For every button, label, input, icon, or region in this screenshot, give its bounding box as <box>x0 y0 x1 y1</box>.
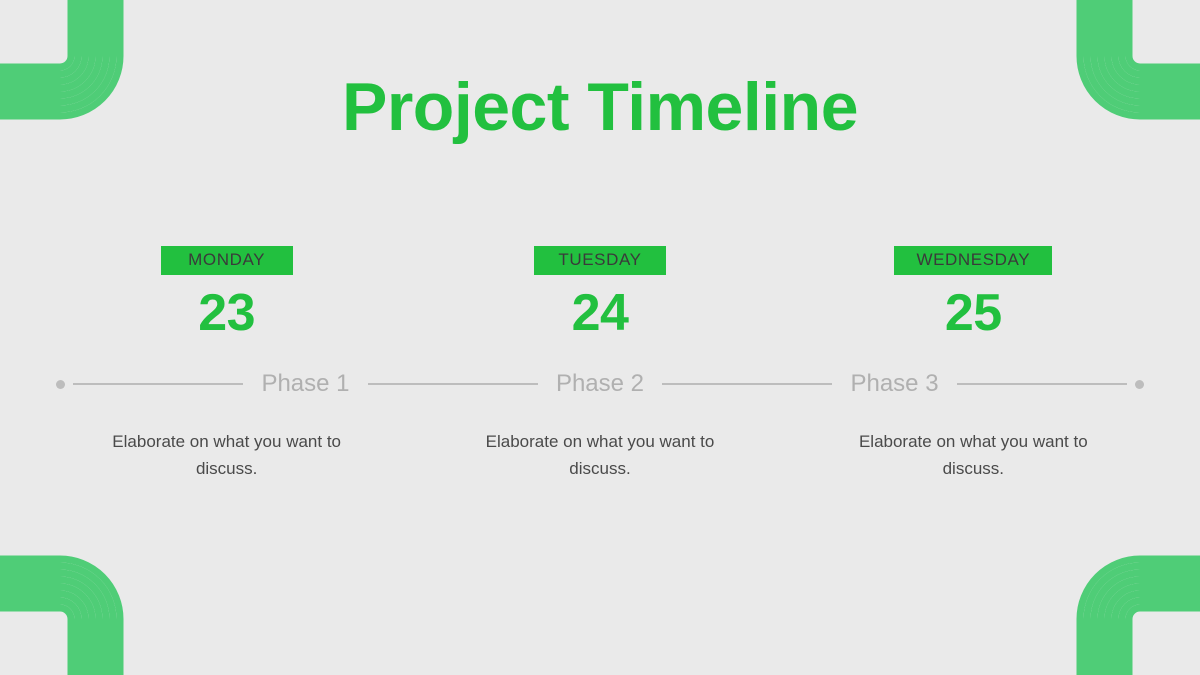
page-title: Project Timeline <box>341 69 859 145</box>
description-column-2: Elaborate on what you want to discuss. <box>413 428 786 482</box>
timeline-column-2: TUESDAY 24 <box>413 246 786 339</box>
phase-label-2: Phase 2 <box>555 370 645 397</box>
timeline-column-1: MONDAY 23 <box>40 246 413 339</box>
description-text-2: Elaborate on what you want to discuss. <box>485 432 715 479</box>
timeline-start-dot-icon <box>56 379 65 389</box>
description-text-3: Elaborate on what you want to discuss. <box>858 432 1088 479</box>
slide-canvas: Project Timeline MONDAY 23 TUESDAY 24 WE… <box>0 0 1200 675</box>
day-number-tuesday: 24 <box>571 283 629 342</box>
timeline-descriptions: Elaborate on what you want to discuss. E… <box>40 428 1160 482</box>
timeline-segment-1 <box>73 383 244 385</box>
description-text-1: Elaborate on what you want to discuss. <box>112 432 341 479</box>
timeline-segment-4 <box>956 383 1127 385</box>
timeline-column-3: WEDNESDAY 25 <box>787 246 1160 339</box>
phase-label-3: Phase 3 <box>850 370 939 397</box>
description-column-3: Elaborate on what you want to discuss. <box>787 428 1160 482</box>
timeline-columns: MONDAY 23 TUESDAY 24 WEDNESDAY 25 <box>40 246 1160 339</box>
timeline-end-dot-icon <box>1134 379 1144 389</box>
description-column-1: Elaborate on what you want to discuss. <box>40 428 413 482</box>
timeline-track: Phase 1 Phase 2 Phase 3 <box>0 370 1200 397</box>
day-number-wednesday: 25 <box>944 283 1002 342</box>
timeline-segment-2 <box>367 383 538 385</box>
timeline-segment-3 <box>662 383 833 385</box>
phase-label-1: Phase 1 <box>261 370 350 397</box>
day-badge-tuesday[interactable]: TUESDAY <box>533 246 666 275</box>
day-number-monday: 23 <box>198 283 256 342</box>
corner-stripes-bottom-left-icon <box>0 551 124 675</box>
day-badge-monday[interactable]: MONDAY <box>160 246 293 275</box>
corner-stripes-bottom-right-icon <box>1076 551 1200 675</box>
day-badge-wednesday[interactable]: WEDNESDAY <box>894 246 1053 275</box>
